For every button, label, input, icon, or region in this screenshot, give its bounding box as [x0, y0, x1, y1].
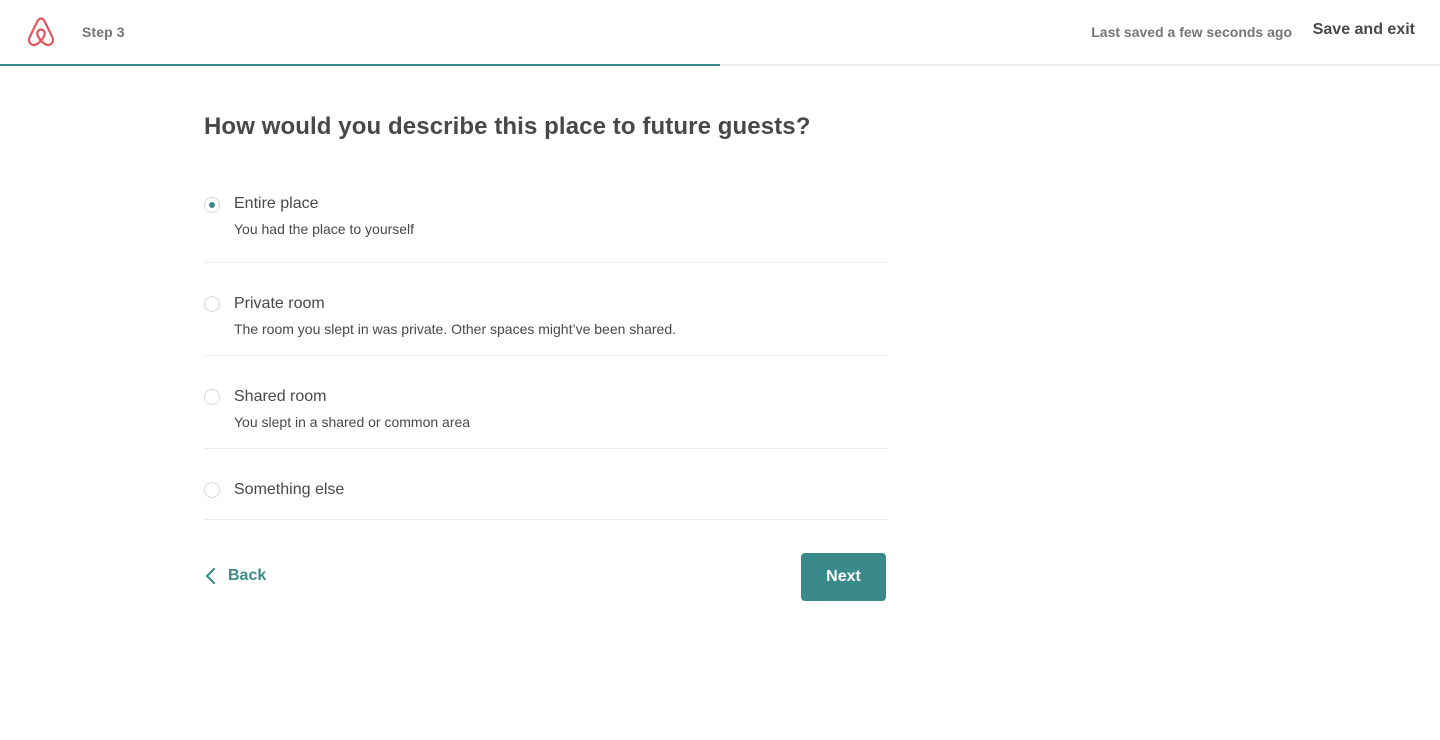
option-title: Private room [234, 295, 325, 312]
option-title: Entire place [234, 195, 319, 212]
progress-bar [0, 64, 720, 66]
option-description: You had the place to yourself [234, 221, 415, 237]
airbnb-logo-icon[interactable] [25, 15, 57, 49]
radio-button[interactable] [204, 482, 220, 498]
radio-button[interactable] [204, 296, 220, 312]
radio-option[interactable]: Entire place You had the place to yoursel… [204, 170, 887, 263]
back-button[interactable]: Back [204, 564, 266, 588]
radio-option[interactable]: Private room The room you slept in was pr… [204, 263, 887, 356]
radio-button[interactable] [204, 389, 220, 405]
radio-button[interactable] [204, 197, 220, 213]
top-bar: Step 3 Last saved a few seconds ago Save… [0, 0, 1440, 64]
saved-status: Last saved a few seconds ago [1091, 24, 1292, 40]
next-button[interactable]: Next [801, 553, 886, 601]
place-type-options: Entire place You had the place to yoursel… [204, 170, 887, 520]
step-label: Step 3 [82, 24, 125, 40]
radio-option[interactable]: Shared room You slept in a shared or comm… [204, 356, 887, 449]
option-title: Shared room [234, 388, 327, 405]
save-and-exit-button[interactable]: Save and exit [1313, 21, 1415, 39]
radio-option[interactable]: Something else [204, 449, 887, 520]
page-title: How would you describe this place to fut… [204, 113, 811, 140]
option-description: You slept in a shared or common area [234, 414, 471, 430]
option-title: Something else [234, 481, 345, 498]
chevron-left-icon [206, 568, 215, 584]
option-description: The room you slept in was private. Other… [234, 321, 676, 337]
back-label: Back [228, 567, 267, 584]
